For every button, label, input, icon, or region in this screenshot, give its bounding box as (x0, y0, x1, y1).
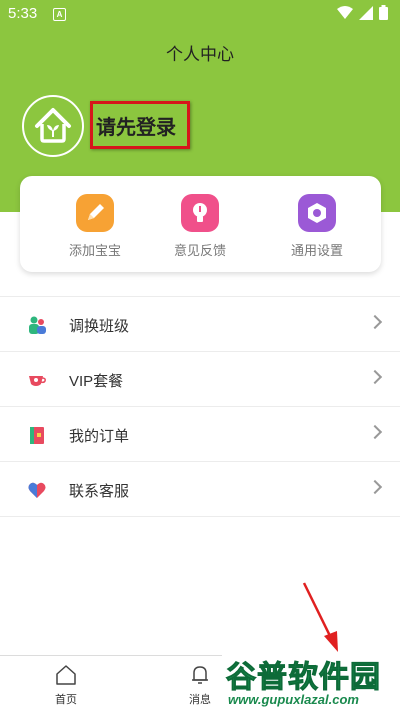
menu-item-label: 我的订单 (69, 428, 130, 445)
menu-item-label: 调换班级 (69, 318, 130, 335)
feedback-button[interactable]: 意见反馈 (150, 194, 250, 259)
chevron-right-icon (367, 479, 383, 495)
tab-messages[interactable]: 消息 (170, 664, 230, 707)
page-title: 个人中心 (166, 45, 234, 64)
chevron-right-icon (367, 314, 383, 330)
tab-label: 首页 (55, 694, 77, 706)
add-baby-label: 添加宝宝 (68, 243, 121, 258)
people-icon (29, 316, 46, 334)
watermark: 谷普软件园 www.gupuxlazal.com (222, 650, 400, 711)
watermark-main: 谷普软件园 (226, 660, 381, 696)
quick-actions-card: 添加宝宝 意见反馈 通用设置 (20, 176, 381, 272)
status-icons (337, 5, 388, 20)
menu-item-label: 联系客服 (69, 483, 130, 500)
menu-item-customer-service[interactable]: 联系客服 (0, 461, 400, 517)
add-baby-button[interactable]: 添加宝宝 (45, 194, 145, 259)
bell-icon (192, 666, 208, 684)
notification-icon: A (53, 8, 66, 21)
cup-icon (29, 376, 46, 386)
wifi-icon (337, 5, 353, 19)
settings-icon (298, 194, 336, 232)
lightbulb-icon (181, 194, 219, 232)
tab-label: 消息 (189, 694, 211, 706)
home-icon (56, 665, 76, 685)
battery-icon (379, 5, 388, 20)
house-sprout-icon (35, 108, 71, 143)
heart-chat-icon (28, 482, 46, 498)
menu-item-vip[interactable]: VIP套餐 (0, 351, 400, 406)
pencil-icon (76, 194, 114, 232)
notebook-icon (30, 427, 44, 444)
menu-item-label: VIP套餐 (69, 373, 124, 390)
menu-list: 调换班级 VIP套餐 我的订单 联系客服 (0, 296, 400, 517)
menu-item-change-class[interactable]: 调换班级 (0, 296, 400, 351)
status-time: 5:33 (8, 5, 38, 22)
tab-home[interactable]: 首页 (36, 664, 96, 707)
signal-icon (359, 5, 373, 20)
chevron-right-icon (367, 369, 383, 385)
feedback-label: 意见反馈 (173, 243, 226, 258)
login-prompt[interactable]: 请先登录 (96, 111, 176, 140)
watermark-url: www.gupuxlazal.com (228, 692, 359, 707)
menu-item-orders[interactable]: 我的订单 (0, 406, 400, 461)
settings-button[interactable]: 通用设置 (267, 194, 367, 259)
avatar[interactable] (22, 95, 84, 157)
chevron-right-icon (367, 424, 383, 440)
settings-label: 通用设置 (290, 243, 343, 258)
status-bar: 5:33 A (0, 0, 400, 28)
